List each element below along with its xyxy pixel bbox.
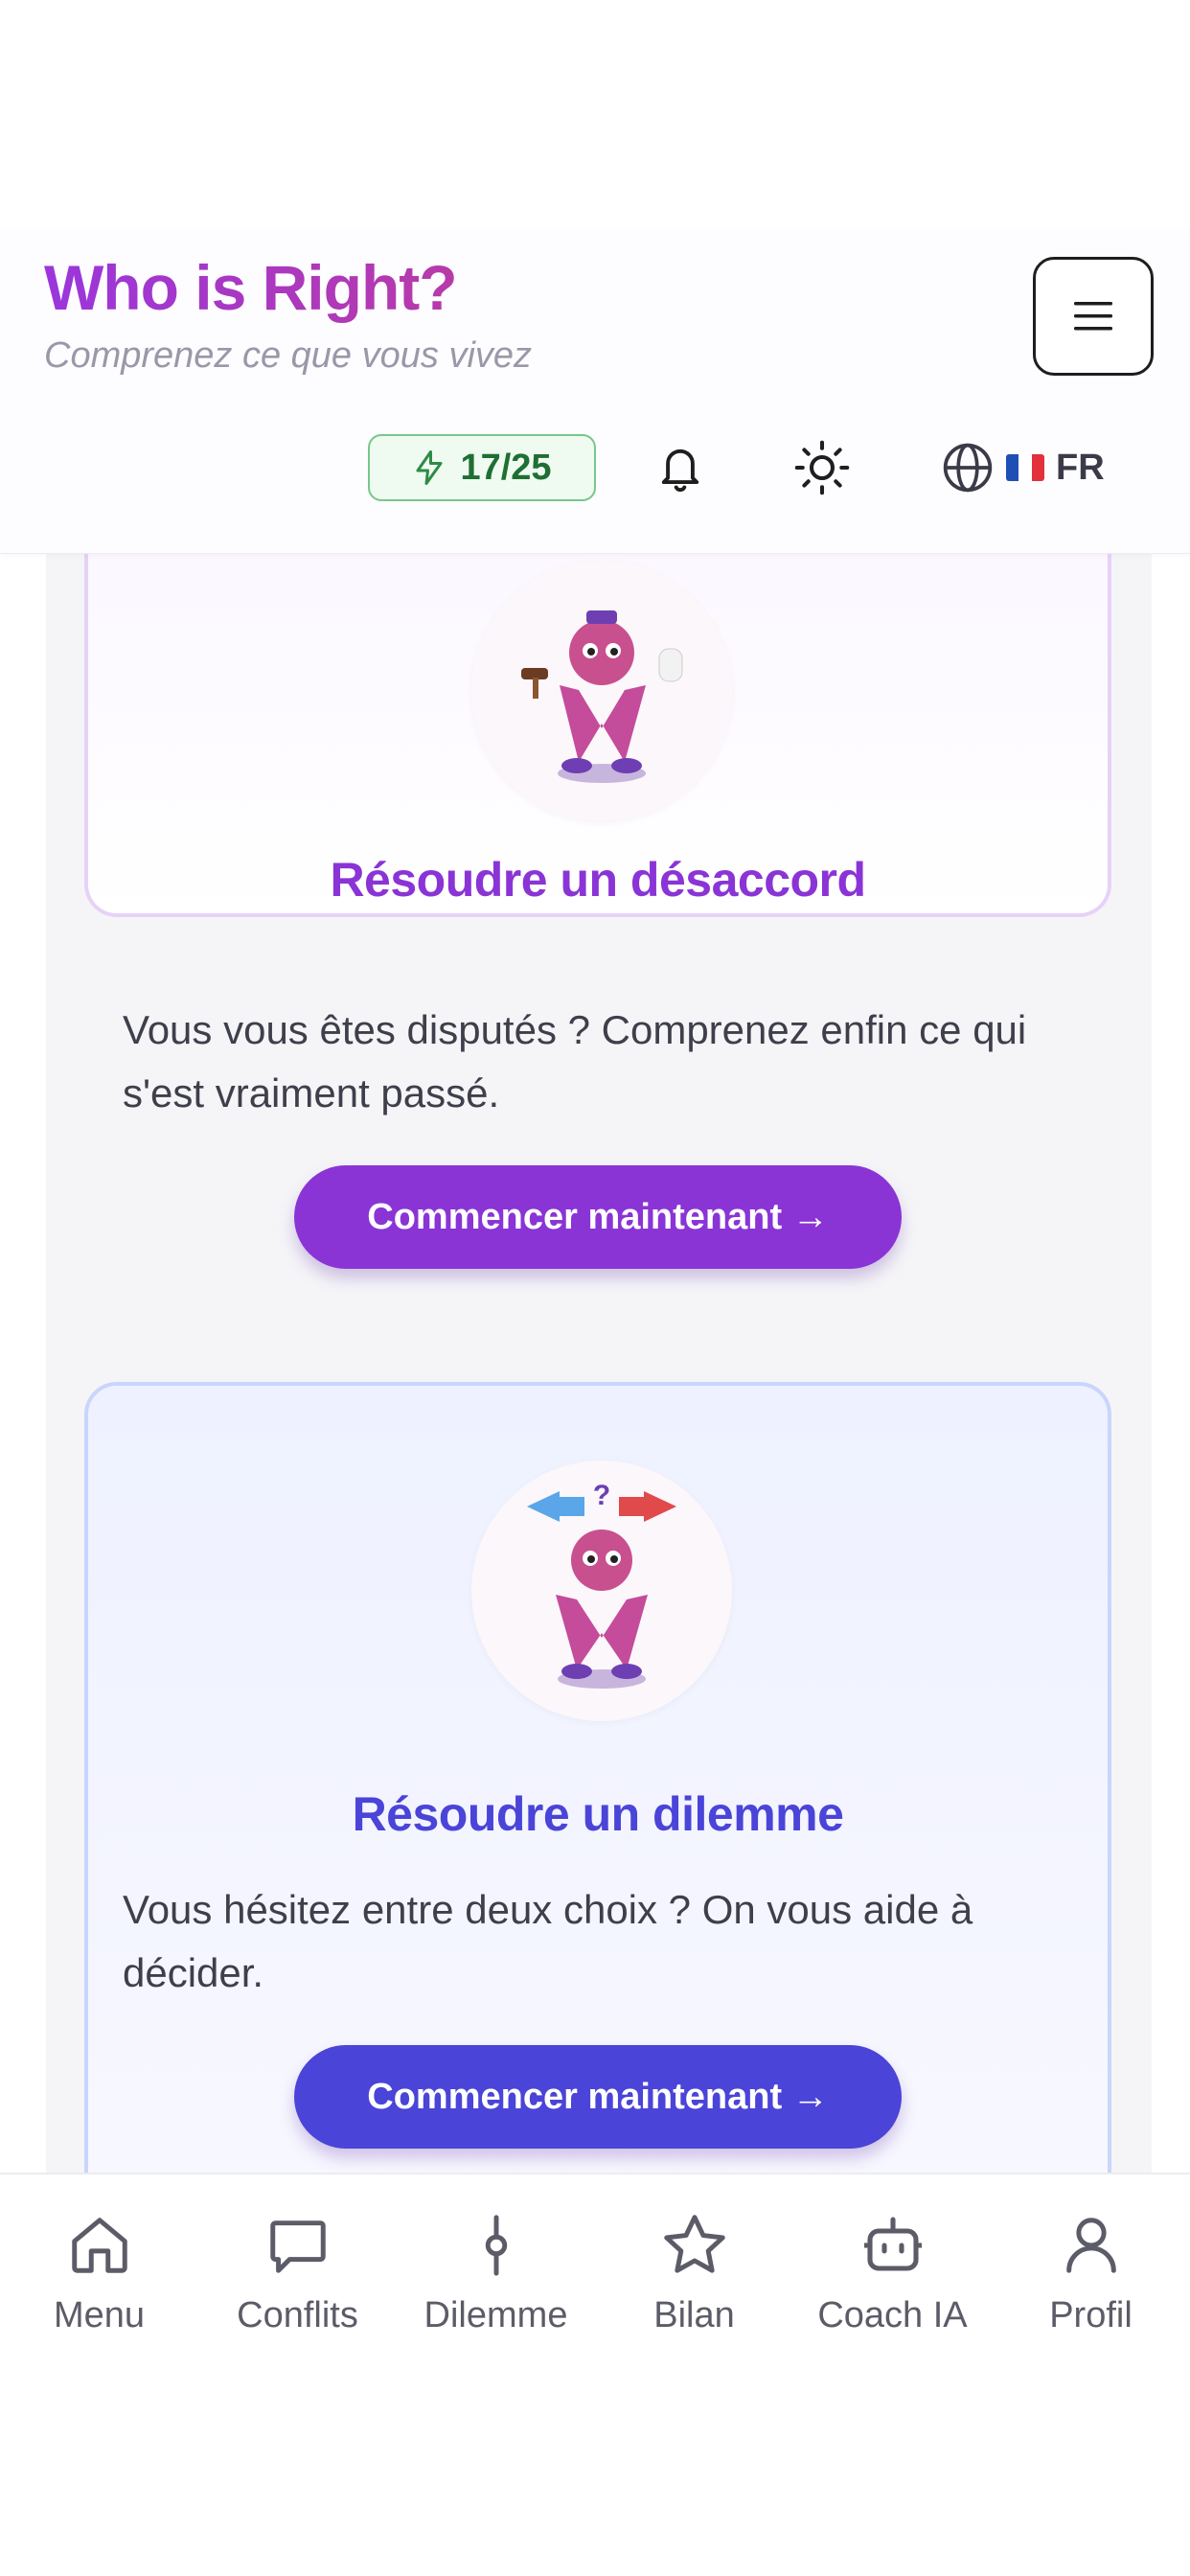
home-content[interactable]: Résoudre un désaccord Vous vous êtes dis… <box>0 553 1190 2173</box>
menu-button[interactable] <box>1033 257 1154 376</box>
globe-icon <box>943 443 993 493</box>
sun-icon <box>794 440 850 495</box>
start-disagreement-button[interactable]: Commencer maintenant → <box>294 1165 902 1269</box>
nav-label: Bilan <box>653 2295 735 2335</box>
app-screen: Who is Right? Comprenez ce que vous vive… <box>0 0 1190 2576</box>
nav-label: Menu <box>53 2295 146 2335</box>
chat-bubble-icon <box>262 2209 334 2282</box>
home-icon <box>63 2209 136 2282</box>
nav-label: Conflits <box>237 2295 358 2335</box>
card-title: Résoudre un dilemme <box>352 1787 844 1841</box>
star-icon <box>658 2209 731 2282</box>
balance-icon <box>460 2209 533 2282</box>
dilemma-mascot-image: ? <box>471 1460 732 1721</box>
card-description: Vous vous êtes disputés ? Comprenez enfi… <box>123 1007 1027 1116</box>
language-code: FR <box>1056 447 1105 488</box>
credits-badge[interactable]: 17/25 <box>368 434 596 501</box>
start-dilemma-button[interactable]: Commencer maintenant → <box>294 2045 902 2149</box>
bottom-navigation: Menu Conflits Dilemme Bilan Coach IA Pro… <box>0 2173 1190 2374</box>
svg-text:?: ? <box>593 1480 610 1511</box>
lightning-icon <box>416 450 443 485</box>
notifications-button[interactable] <box>644 431 717 504</box>
nav-label: Dilemme <box>423 2295 568 2335</box>
france-flag-icon <box>1006 454 1044 481</box>
bell-icon <box>661 448 699 493</box>
user-icon <box>1055 2209 1128 2282</box>
nav-item-menu[interactable]: Menu <box>0 2174 198 2374</box>
nav-label: Profil <box>1049 2295 1133 2335</box>
card-description: Vous hésitez entre deux choix ? On vous … <box>123 1887 973 1995</box>
nav-item-profil[interactable]: Profil <box>992 2174 1190 2374</box>
app-header: Who is Right? Comprenez ce que vous vive… <box>0 230 1190 554</box>
hamburger-icon <box>1074 302 1112 331</box>
card-title: Résoudre un désaccord <box>330 853 866 907</box>
credits-count: 17/25 <box>460 447 552 488</box>
disagreement-card: Résoudre un désaccord <box>84 553 1111 917</box>
judge-mascot-image <box>471 561 732 821</box>
nav-item-conflits[interactable]: Conflits <box>198 2174 397 2374</box>
nav-item-coach-ia[interactable]: Coach IA <box>793 2174 992 2374</box>
app-subtitle: Comprenez ce que vous vivez <box>44 335 533 376</box>
language-selector[interactable]: FR <box>941 431 1105 504</box>
nav-item-dilemme[interactable]: Dilemme <box>397 2174 595 2374</box>
app-title: Who is Right? <box>44 252 458 323</box>
robot-icon <box>857 2209 929 2282</box>
theme-toggle[interactable] <box>786 431 858 504</box>
nav-label: Coach IA <box>817 2295 968 2335</box>
nav-item-bilan[interactable]: Bilan <box>595 2174 793 2374</box>
